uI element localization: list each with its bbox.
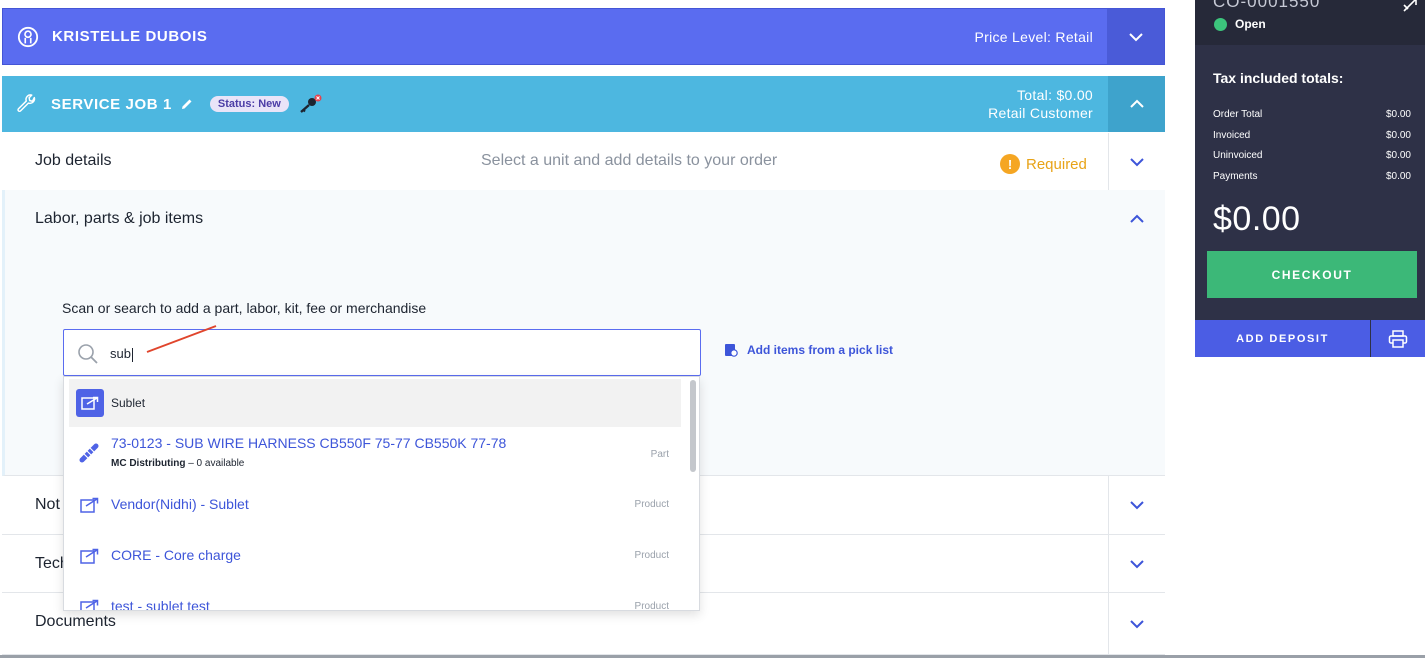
list-item[interactable]: Sublet bbox=[69, 379, 681, 427]
list-item[interactable]: Vendor(Nidhi) - Sublet Product bbox=[69, 479, 681, 531]
labor-parts-toggle[interactable] bbox=[1108, 190, 1165, 248]
required-indicator: ! Required bbox=[1000, 154, 1087, 174]
job-title: SERVICE JOB 1 bbox=[51, 95, 172, 113]
warning-icon: ! bbox=[1000, 154, 1020, 174]
checkout-button[interactable]: CHECKOUT bbox=[1207, 251, 1417, 298]
transfer-icon[interactable] bbox=[1401, 0, 1419, 14]
tech-toggle[interactable] bbox=[1108, 535, 1165, 592]
customer-expand-button[interactable] bbox=[1107, 9, 1164, 64]
list-item[interactable]: CORE - Core charge Product bbox=[69, 531, 681, 583]
status-dot bbox=[1214, 18, 1227, 31]
text-caret bbox=[131, 347, 133, 362]
total-row: Invoiced $0.00 bbox=[1213, 130, 1411, 141]
status-badge: Status: New bbox=[209, 96, 289, 112]
price-level: Price Level: Retail bbox=[974, 28, 1093, 45]
total-row: Payments $0.00 bbox=[1213, 171, 1411, 182]
key-icon[interactable] bbox=[297, 94, 323, 114]
dropdown-item-type: Product bbox=[634, 499, 669, 510]
sublet-icon bbox=[80, 548, 99, 564]
dropdown-item-label: CORE - Core charge bbox=[111, 547, 241, 563]
job-details-title[interactable]: Job details bbox=[35, 152, 112, 170]
avatar-icon bbox=[17, 26, 39, 47]
order-status: Open bbox=[1235, 17, 1266, 31]
dropdown-item-label: Sublet bbox=[111, 396, 146, 410]
job-customer-type: Retail Customer bbox=[988, 105, 1093, 121]
dropdown-item-type: Product bbox=[634, 601, 669, 611]
page: KRISTELLE DUBOIS Price Level: Retail SER… bbox=[0, 0, 1425, 658]
required-label: Required bbox=[1026, 155, 1087, 173]
notes-toggle[interactable] bbox=[1108, 476, 1165, 534]
search-label: Scan or search to add a part, labor, kit… bbox=[62, 300, 427, 316]
job-collapse-button[interactable] bbox=[1108, 76, 1165, 132]
total-row: Uninvoiced $0.00 bbox=[1213, 150, 1411, 161]
chevron-down-icon bbox=[1130, 501, 1144, 510]
dropdown-item-type: Product bbox=[634, 550, 669, 561]
order-summary-panel: CO-0001550 Open Tax included totals: Ord… bbox=[1195, 0, 1425, 357]
chevron-down-icon bbox=[1130, 559, 1144, 568]
dropdown-item-label: 73-0123 - SUB WIRE HARNESS CB550F 75-77 … bbox=[111, 435, 507, 451]
edit-icon[interactable] bbox=[180, 97, 194, 111]
search-value[interactable]: sub bbox=[110, 346, 133, 362]
print-button[interactable] bbox=[1371, 320, 1425, 357]
dropdown-item-label: test - sublet test bbox=[111, 598, 210, 611]
chevron-down-icon bbox=[1130, 619, 1144, 628]
job-totals: Total: $0.00 Retail Customer bbox=[988, 86, 1093, 122]
search-results-dropdown[interactable]: Sublet 73-0123 - SUB WIRE HARNESS CB550F… bbox=[63, 376, 700, 611]
list-item[interactable]: 73-0123 - SUB WIRE HARNESS CB550F 75-77 … bbox=[69, 427, 681, 479]
pick-list-icon bbox=[725, 344, 738, 357]
printer-icon bbox=[1388, 329, 1408, 348]
dropdown-scrollbar[interactable] bbox=[690, 380, 696, 472]
job-details-section[interactable]: Job details Select a unit and add detail… bbox=[2, 133, 1165, 191]
chevron-down-icon bbox=[1128, 32, 1143, 41]
sublet-icon bbox=[80, 497, 99, 513]
chevron-up-icon bbox=[1129, 99, 1144, 108]
documents-toggle[interactable] bbox=[1108, 593, 1165, 654]
customer-name[interactable]: KRISTELLE DUBOIS bbox=[52, 28, 207, 45]
dropdown-item-label: Vendor(Nidhi) - Sublet bbox=[111, 496, 249, 512]
tax-title: Tax included totals: bbox=[1213, 70, 1344, 86]
order-header: CO-0001550 Open bbox=[1195, 0, 1425, 45]
chevron-up-icon bbox=[1129, 214, 1144, 223]
pick-list-link[interactable]: Add items from a pick list bbox=[724, 343, 893, 357]
sublet-icon bbox=[80, 599, 99, 610]
add-deposit-button[interactable]: ADD DEPOSIT bbox=[1195, 320, 1370, 357]
dropdown-item-sub: MC Distributing – 0 available bbox=[111, 458, 245, 469]
job-total: Total: $0.00 bbox=[1017, 87, 1093, 103]
wrench-icon bbox=[17, 94, 36, 113]
list-item[interactable]: test - sublet test Product bbox=[69, 583, 681, 611]
labor-parts-title[interactable]: Labor, parts & job items bbox=[35, 210, 203, 228]
part-icon bbox=[79, 443, 99, 463]
dropdown-item-type: Part bbox=[650, 449, 669, 460]
service-job-bar[interactable]: SERVICE JOB 1 Status: New Total: $0.00 R… bbox=[2, 76, 1165, 132]
job-details-toggle[interactable] bbox=[1108, 133, 1165, 190]
pick-list-label[interactable]: Add items from a pick list bbox=[747, 343, 893, 357]
order-number: CO-0001550 bbox=[1213, 0, 1321, 11]
customer-bar[interactable]: KRISTELLE DUBOIS Price Level: Retail bbox=[2, 8, 1165, 65]
notes-title[interactable]: Not bbox=[35, 496, 60, 514]
grand-total: $0.00 bbox=[1213, 200, 1301, 238]
annotation-arrow bbox=[146, 325, 217, 353]
search-icon bbox=[78, 344, 98, 364]
documents-title[interactable]: Documents bbox=[35, 613, 116, 631]
chevron-down-icon bbox=[1130, 157, 1144, 166]
total-row: Order Total $0.00 bbox=[1213, 109, 1411, 120]
job-details-hint: Select a unit and add details to your or… bbox=[481, 152, 778, 169]
sublet-icon bbox=[76, 389, 104, 417]
